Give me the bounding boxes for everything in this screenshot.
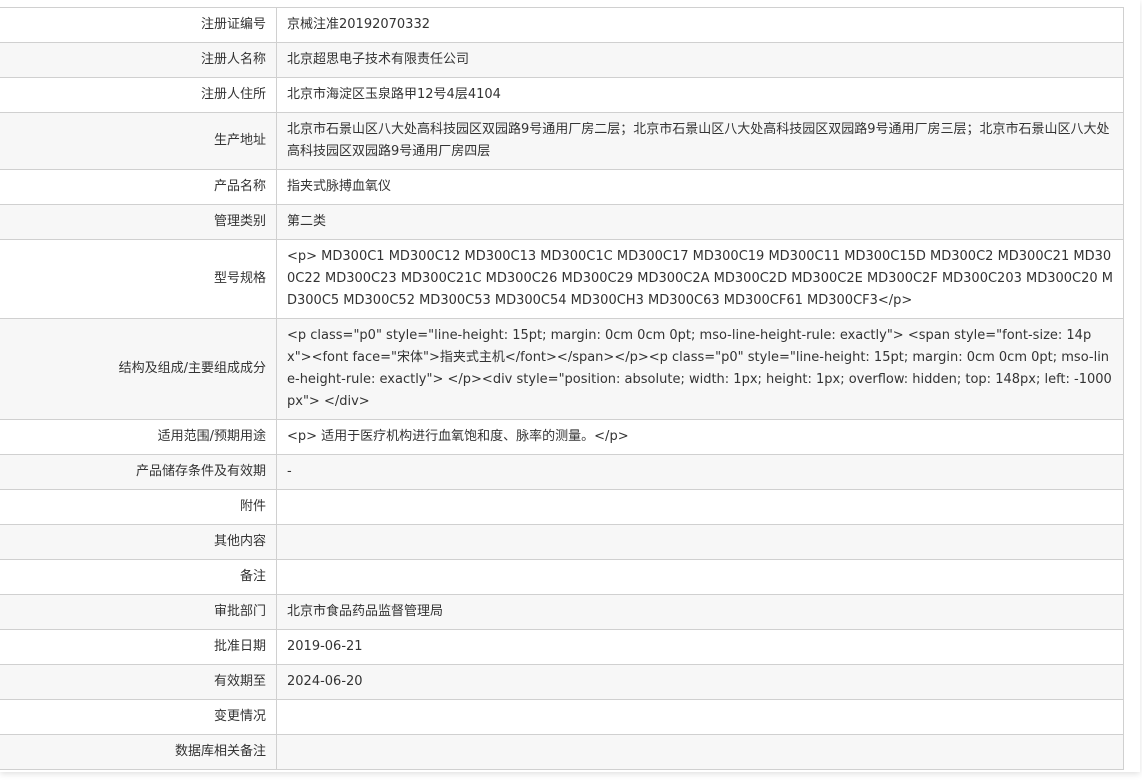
table-row: 注册人住所 北京市海淀区玉泉路甲12号4层4104 [0, 77, 1124, 113]
field-value: <p> MD300C1 MD300C12 MD300C13 MD300C1C M… [276, 239, 1124, 319]
field-label: 批准日期 [0, 629, 277, 665]
field-value: 京械注准20192070332 [276, 7, 1124, 43]
field-label: 审批部门 [0, 594, 277, 630]
table-row: 其他内容 [0, 524, 1124, 560]
field-label: 附件 [0, 489, 277, 525]
table-row: 数据库相关备注 [0, 734, 1124, 770]
table-row: 适用范围/预期用途 <p> 适用于医疗机构进行血氧饱和度、脉率的测量。</p> [0, 419, 1124, 455]
field-label: 数据库相关备注 [0, 734, 277, 770]
table-row: 产品名称 指夹式脉搏血氧仪 [0, 169, 1124, 205]
table-row: 备注 [0, 559, 1124, 595]
registration-detail-table: 注册证编号 京械注准20192070332 注册人名称 北京超思电子技术有限责任公司注… [0, 7, 1124, 770]
field-value: 第二类 [276, 204, 1124, 240]
field-value: 北京市海淀区玉泉路甲12号4层4104 [276, 77, 1124, 113]
table-row: 有效期至 2024-06-20 [0, 664, 1124, 700]
detail-panel: 注册证编号 京械注准20192070332 注册人名称 北京超思电子技术有限责任公司注… [0, 0, 1140, 772]
table-row: 管理类别 第二类 [0, 204, 1124, 240]
table-row: 型号规格 <p> MD300C1 MD300C12 MD300C13 MD300C… [0, 239, 1124, 319]
field-value: <p class="p0" style="line-height: 15pt; … [276, 318, 1124, 420]
field-value [276, 524, 1124, 560]
field-label: 结构及组成/主要组成成分 [0, 318, 277, 420]
field-label: 管理类别 [0, 204, 277, 240]
table-row: 生产地址 北京市石景山区八大处高科技园区双园路9号通用厂房二层；北京市石景山区八大… [0, 112, 1124, 170]
field-value: 2019-06-21 [276, 629, 1124, 665]
field-value [276, 489, 1124, 525]
field-label: 注册证编号 [0, 7, 277, 43]
field-value [276, 699, 1124, 735]
field-label: 注册人住所 [0, 77, 277, 113]
table-row: 注册人名称 北京超思电子技术有限责任公司 [0, 42, 1124, 78]
field-value: 北京市食品药品监督管理局 [276, 594, 1124, 630]
table-row: 注册证编号 京械注准20192070332 [0, 7, 1124, 43]
field-label: 其他内容 [0, 524, 277, 560]
field-value: 北京超思电子技术有限责任公司 [276, 42, 1124, 78]
field-label: 生产地址 [0, 112, 277, 170]
table-row: 批准日期 2019-06-21 [0, 629, 1124, 665]
field-label: 产品储存条件及有效期 [0, 454, 277, 490]
field-label: 变更情况 [0, 699, 277, 735]
field-label: 备注 [0, 559, 277, 595]
table-row: 审批部门 北京市食品药品监督管理局 [0, 594, 1124, 630]
field-label: 产品名称 [0, 169, 277, 205]
field-value: <p> 适用于医疗机构进行血氧饱和度、脉率的测量。</p> [276, 419, 1124, 455]
field-value: 指夹式脉搏血氧仪 [276, 169, 1124, 205]
table-row: 产品储存条件及有效期 - [0, 454, 1124, 490]
field-label: 适用范围/预期用途 [0, 419, 277, 455]
table-row: 结构及组成/主要组成成分 <p class="p0" style="line-he… [0, 318, 1124, 420]
table-row: 变更情况 [0, 699, 1124, 735]
field-value [276, 734, 1124, 770]
field-value [276, 559, 1124, 595]
field-label: 注册人名称 [0, 42, 277, 78]
field-value: - [276, 454, 1124, 490]
table-row: 附件 [0, 489, 1124, 525]
field-value: 2024-06-20 [276, 664, 1124, 700]
field-label: 有效期至 [0, 664, 277, 700]
field-label: 型号规格 [0, 239, 277, 319]
field-value: 北京市石景山区八大处高科技园区双园路9号通用厂房二层；北京市石景山区八大处高科技… [276, 112, 1124, 170]
